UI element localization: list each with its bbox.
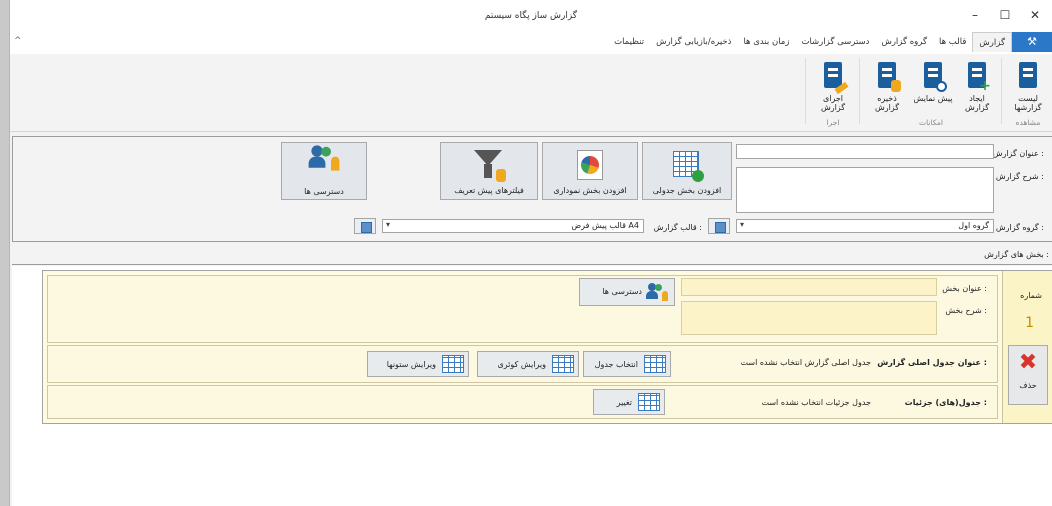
tab-report[interactable]: گزارش <box>972 32 1012 52</box>
run-report-button[interactable]: اجرای گزارش <box>810 62 856 112</box>
close-button[interactable]: ✕ <box>1024 6 1046 24</box>
add-table-section-button[interactable]: افزودن بخش جدولی <box>642 142 732 200</box>
report-book-icon <box>1016 62 1040 90</box>
users-key-icon <box>307 145 341 183</box>
ribbon-separator <box>1001 58 1002 124</box>
tab-settings[interactable]: تنظیمات <box>608 32 650 52</box>
section-desc-label: شرح بخش : <box>945 306 987 315</box>
edit-query-button[interactable]: ویرایش کوئری <box>477 351 579 377</box>
preview-button[interactable]: پیش نمایش <box>912 62 954 103</box>
report-sections-header: بخش های گزارش : <box>12 243 1052 265</box>
tables-icon <box>638 393 660 411</box>
group-execute-label: اجرا <box>826 118 840 127</box>
collapse-ribbon-icon[interactable]: ^ <box>14 36 22 46</box>
sections-area: شماره 1 ✖ حذف عنوان بخش : شرح بخش : دستر… <box>12 266 1052 506</box>
delete-x-icon: ✖ <box>1018 350 1038 375</box>
window-title: گزارش ساز پگاه سیستم <box>484 11 578 21</box>
filter-icon <box>472 148 506 182</box>
save-report-button[interactable]: ذخیره گزارش <box>864 62 910 112</box>
ribbon-tabs: ^ ⚒ گزارش قالب ها گروه گزارش دسترسی گزار… <box>10 32 1052 54</box>
group-view-label: مشاهده <box>1015 118 1041 127</box>
chevron-down-icon: ▾ <box>740 220 745 229</box>
section-info-row: عنوان بخش : شرح بخش : دسترسی ها <box>47 275 998 343</box>
run-report-icon <box>821 62 849 95</box>
tab-report-access[interactable]: دسترسی گزارشات <box>795 32 875 52</box>
create-report-button[interactable]: + ایجاد گزارش <box>956 62 998 112</box>
detail-tables-row: جدول(های) جزئیات : جدول جزئیات انتخاب نش… <box>47 385 998 419</box>
edit-group-button[interactable] <box>708 218 730 234</box>
edit-template-button[interactable] <box>354 218 376 234</box>
section-desc-input[interactable] <box>681 301 937 335</box>
main-table-row: عنوان جدول اصلی گزارش : جدول اصلی گزارش … <box>47 345 998 383</box>
tab-report-groups[interactable]: گروه گزارش <box>875 32 933 52</box>
preview-icon <box>921 62 947 92</box>
table-icon <box>644 355 666 373</box>
tab-schedules[interactable]: زمان بندی ها <box>737 32 795 52</box>
maximize-button[interactable]: ☐ <box>994 6 1016 24</box>
report-title-label: عنوان گزارش : <box>992 149 1044 158</box>
detail-tables-status: جدول جزئیات انتخاب نشده است <box>761 398 872 407</box>
template-select[interactable]: ▾ قالب پیش فرض A4 <box>382 219 644 233</box>
add-chart-section-button[interactable]: افزودن بخش نموداری <box>542 142 638 200</box>
select-table-button[interactable]: انتخاب جدول <box>583 351 671 377</box>
table-add-icon <box>670 148 704 182</box>
app-window: گزارش ساز پگاه سیستم – ☐ ✕ ^ ⚒ گزارش قال… <box>9 0 1052 506</box>
section-title-label: عنوان بخش : <box>942 284 987 293</box>
tab-templates[interactable]: قالب ها <box>933 32 972 52</box>
file-tab[interactable]: ⚒ <box>1012 32 1052 52</box>
pie-chart-icon <box>573 148 607 182</box>
main-table-status: جدول اصلی گزارش انتخاب نشده است <box>740 358 871 367</box>
section-number-column: شماره 1 ✖ حذف <box>1002 271 1052 423</box>
title-bar: گزارش ساز پگاه سیستم – ☐ ✕ <box>10 0 1052 32</box>
group-features-label: امکانات <box>919 118 943 127</box>
report-desc-input[interactable] <box>736 167 994 213</box>
ribbon-panel: لیست گزارشها مشاهده + ایجاد گزارش پیش نم… <box>10 54 1052 132</box>
report-group-select[interactable]: ▾ گروه اول <box>736 219 994 233</box>
chevron-down-icon: ▾ <box>386 220 391 229</box>
report-settings-panel: عنوان گزارش : شرح گزارش : گروه گزارش : ▾… <box>12 136 1052 242</box>
detail-tables-label: جدول(های) جزئیات : <box>904 398 987 407</box>
delete-section-button[interactable]: ✖ حذف <box>1008 345 1048 405</box>
report-access-button[interactable]: دسترسی ها <box>281 142 367 200</box>
section-access-button[interactable]: دسترسی ها <box>579 278 675 306</box>
section-title-input[interactable] <box>681 278 937 296</box>
predefined-filters-button[interactable]: فیلترهای پیش تعریف <box>440 142 538 200</box>
add-report-icon: + <box>965 62 991 93</box>
report-list-button[interactable]: لیست گزارشها <box>1006 62 1050 112</box>
ribbon-separator <box>805 58 806 124</box>
ribbon-separator <box>859 58 860 124</box>
section-number-value: 1 <box>1025 315 1034 331</box>
users-key-icon <box>646 283 668 301</box>
report-desc-label: شرح گزارش : <box>995 172 1044 181</box>
tab-save-restore[interactable]: ذخیره/بازیابی گزارش <box>650 32 737 52</box>
report-title-input[interactable] <box>736 144 994 159</box>
save-report-icon <box>875 62 901 92</box>
report-section-card: شماره 1 ✖ حذف عنوان بخش : شرح بخش : دستر… <box>42 270 1052 424</box>
edit-columns-button[interactable]: ویرایش ستونها <box>367 351 469 377</box>
report-sections-label: بخش های گزارش : <box>984 250 1049 259</box>
minimize-button[interactable]: – <box>964 6 986 24</box>
report-group-label: گروه گزارش : <box>995 223 1044 232</box>
sql-icon <box>552 355 574 373</box>
change-detail-button[interactable]: تغییر <box>593 389 665 415</box>
edit-columns-icon <box>442 355 464 373</box>
template-label: قالب گزارش : <box>653 223 702 232</box>
main-table-label: عنوان جدول اصلی گزارش : <box>877 358 987 367</box>
section-number-label: شماره <box>1020 291 1042 300</box>
